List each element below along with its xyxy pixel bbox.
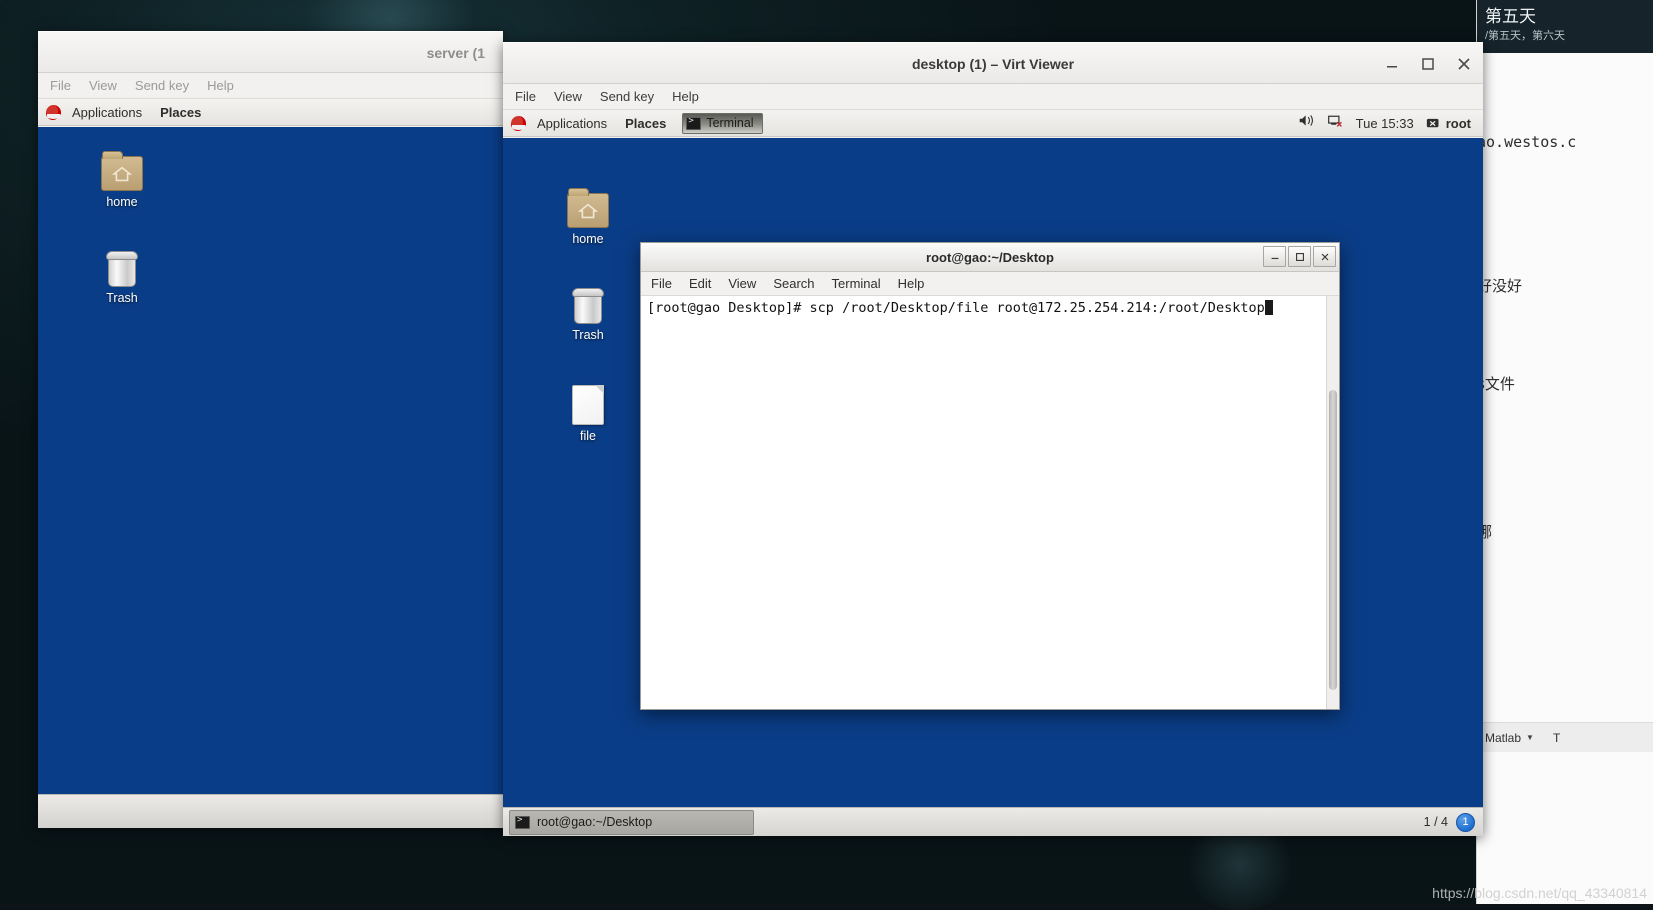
terminal-minimize-button[interactable] [1263, 246, 1286, 267]
guest-desktop-area[interactable]: home Trash file root@gao:~/Desktop [503, 138, 1483, 807]
terminal-scrollbar[interactable] [1326, 296, 1339, 709]
blog-footer-toolbar: Matlab ▼ T [1477, 722, 1653, 752]
blog-text-line: 好没好 [1477, 275, 1522, 296]
menu-applications[interactable]: Applications [528, 110, 616, 136]
terminal-menubar[interactable]: File Edit View Search Terminal Help [641, 272, 1339, 296]
panel-user-label: root [1446, 116, 1471, 131]
desktop-window-titlebar[interactable]: desktop (1) – Virt Viewer [503, 42, 1483, 84]
terminal-command-line: [root@gao Desktop]# scp /root/Desktop/fi… [647, 300, 1265, 316]
workspace-count-label: 1 / 4 [1424, 815, 1448, 829]
desktop-icon-home[interactable]: home [85, 156, 159, 209]
watermark-text: https://blog.csdn.net/qq_43340814 [1432, 885, 1647, 901]
desktop-icon-trash[interactable]: Trash [85, 251, 159, 305]
panel-user-menu[interactable]: root [1426, 116, 1475, 131]
menu-send-key[interactable]: Send key [600, 89, 654, 104]
server-virt-viewer-window[interactable]: server (1 File View Send key Help Applic… [38, 31, 503, 828]
menu-help[interactable]: Help [672, 89, 699, 104]
folder-icon [101, 156, 143, 191]
desktop-icon-trash[interactable]: Trash [551, 288, 625, 342]
server-guest-desktop[interactable]: home Trash [38, 127, 503, 794]
redhat-logo-icon [46, 105, 61, 120]
blog-header: 第五天 /第五天，第六天 [1477, 0, 1653, 53]
trash-icon [106, 251, 138, 287]
terminal-cursor [1265, 300, 1273, 315]
terminal-maximize-button[interactable] [1288, 246, 1311, 267]
menu-help[interactable]: Help [898, 276, 925, 291]
server-gnome-top-panel[interactable]: Applications Places [38, 99, 503, 126]
desktop-icon-label: Trash [551, 328, 625, 342]
menu-file[interactable]: File [50, 78, 71, 93]
terminal-icon [515, 816, 530, 829]
document-icon [572, 385, 604, 425]
maximize-button[interactable] [1419, 55, 1437, 73]
minimize-button[interactable] [1383, 55, 1401, 73]
desktop-window-menubar[interactable]: File View Send key Help [503, 84, 1483, 110]
blog-text-line: ao.westos.c [1477, 133, 1576, 151]
blog-subtitle: /第五天，第六天 [1485, 28, 1645, 44]
trash-icon [572, 288, 604, 324]
house-glyph-icon [578, 203, 598, 219]
menu-view[interactable]: View [89, 78, 117, 93]
menu-file[interactable]: File [515, 89, 536, 104]
menu-help[interactable]: Help [207, 78, 234, 93]
terminal-titlebar[interactable]: root@gao:~/Desktop [641, 243, 1339, 272]
terminal-title: root@gao:~/Desktop [641, 243, 1339, 271]
terminal-icon [686, 117, 701, 130]
menu-view[interactable]: View [554, 89, 582, 104]
desktop-icon-home[interactable]: home [551, 193, 625, 246]
workspace-indicator[interactable]: 1 [1456, 813, 1475, 832]
volume-icon[interactable] [1298, 113, 1315, 133]
blog-footer-extra: T [1553, 731, 1560, 745]
menu-file[interactable]: File [651, 276, 672, 291]
chevron-down-icon[interactable]: ▼ [1526, 733, 1534, 742]
terminal-close-button[interactable] [1313, 246, 1336, 267]
redhat-logo-icon [511, 116, 526, 131]
guest-bottom-taskbar[interactable]: root@gao:~/Desktop 1 / 4 1 [503, 807, 1483, 836]
terminal-scrollbar-thumb[interactable] [1329, 390, 1337, 690]
desktop-virt-viewer-window[interactable]: desktop (1) – Virt Viewer File View Send… [503, 42, 1483, 836]
server-window-menubar[interactable]: File View Send key Help [38, 73, 503, 99]
taskbar-window-button[interactable]: root@gao:~/Desktop [509, 810, 754, 835]
menu-places[interactable]: Places [616, 110, 675, 136]
server-window-titlebar[interactable]: server (1 [38, 31, 503, 73]
menu-terminal[interactable]: Terminal [832, 276, 881, 291]
matlab-select-label[interactable]: Matlab [1485, 731, 1521, 745]
desktop-icon-label: Trash [85, 291, 159, 305]
menu-places[interactable]: Places [151, 99, 210, 125]
menu-applications[interactable]: Applications [63, 99, 151, 125]
taskbar-window-label: root@gao:~/Desktop [537, 815, 652, 829]
menu-edit[interactable]: Edit [689, 276, 711, 291]
guest-gnome-top-panel[interactable]: Applications Places Terminal [503, 110, 1483, 137]
workspace-switcher[interactable]: 1 / 4 1 [1424, 813, 1483, 832]
panel-task-label: Terminal [706, 116, 753, 130]
desktop-icon-label: file [551, 429, 625, 443]
desktop-icon-label: home [85, 195, 159, 209]
server-window-title: server (1 [38, 32, 503, 74]
menu-search[interactable]: Search [773, 276, 814, 291]
close-button[interactable] [1455, 55, 1473, 73]
desktop-window-title: desktop (1) – Virt Viewer [503, 43, 1483, 85]
folder-icon [567, 193, 609, 228]
network-disconnected-icon[interactable] [1327, 113, 1344, 133]
terminal-output-area[interactable]: [root@gao Desktop]# scp /root/Desktop/fi… [641, 296, 1339, 709]
desktop-icon-label: home [551, 232, 625, 246]
server-bottom-panel[interactable] [38, 794, 503, 828]
house-glyph-icon [112, 166, 132, 182]
browser-blog-page: 第五天 /第五天，第六天 ao.westos.c 好没好 s文件 哪 Matla… [1476, 0, 1653, 904]
panel-task-terminal[interactable]: Terminal [682, 113, 762, 134]
menu-view[interactable]: View [728, 276, 756, 291]
menu-send-key[interactable]: Send key [135, 78, 189, 93]
terminal-window[interactable]: root@gao:~/Desktop File Edit View [640, 242, 1340, 710]
panel-clock[interactable]: Tue 15:33 [1356, 116, 1414, 131]
blog-title: 第五天 [1485, 6, 1645, 28]
desktop-icon-file[interactable]: file [551, 385, 625, 443]
